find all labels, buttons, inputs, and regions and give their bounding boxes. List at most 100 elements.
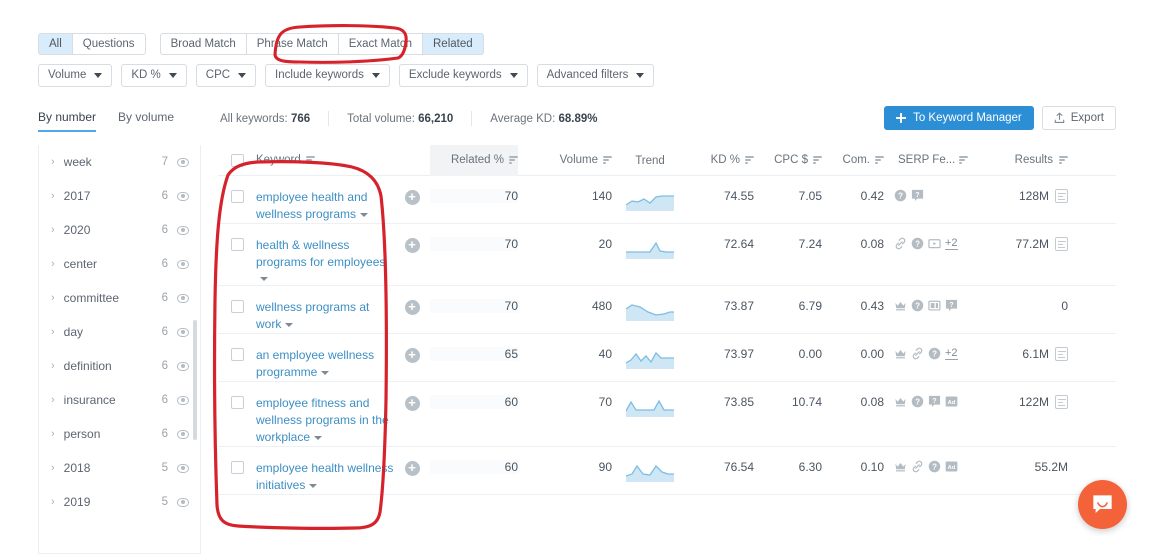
keyword-link[interactable]: wellness programs at work [256,300,369,331]
column-header-related[interactable]: Related % [430,145,518,176]
eye-icon[interactable] [177,395,189,405]
eye-icon[interactable] [177,327,189,337]
question-circle-icon[interactable]: ? [928,347,941,360]
chevron-down-icon[interactable] [260,276,268,281]
ad-icon[interactable]: Ad [945,460,958,473]
sidebar-item[interactable]: › week 7 [39,145,200,179]
filter-kd[interactable]: KD % [121,64,187,87]
image-icon[interactable] [928,299,941,312]
row-checkbox[interactable] [230,238,244,251]
eye-icon[interactable] [177,429,189,439]
serp-report-icon[interactable] [1055,395,1068,409]
chevron-down-icon[interactable] [314,435,323,440]
filter-include-keywords[interactable]: Include keywords [265,64,390,87]
column-header-com[interactable]: Com. [822,154,884,166]
add-keyword-button[interactable]: + [404,461,420,476]
tab-phrase-match[interactable]: Phrase Match [246,33,339,55]
tab-by-number[interactable]: By number [38,110,97,132]
filter-cpc[interactable]: CPC [195,64,257,87]
eye-icon[interactable] [177,293,189,303]
column-header-serp-features[interactable]: SERP Fe... [884,154,976,166]
tab-broad-match[interactable]: Broad Match [159,33,247,55]
keyword-link[interactable]: employee fitness and wellness programs i… [256,396,389,444]
row-checkbox[interactable] [230,396,244,409]
sidebar-item[interactable]: › 2018 5 [39,451,200,485]
chevron-down-icon[interactable] [321,370,330,375]
sidebar-item[interactable]: › 2020 6 [39,213,200,247]
serp-report-icon[interactable] [1055,347,1068,361]
eye-icon[interactable] [177,225,189,235]
tab-exact-match[interactable]: Exact Match [338,33,423,55]
eye-icon[interactable] [177,361,189,371]
crown-icon[interactable] [894,347,907,360]
sidebar-item[interactable]: › committee 6 [39,281,200,315]
select-all-checkbox[interactable] [230,154,244,167]
question-circle-icon[interactable]: ? [911,395,924,408]
filter-exclude-keywords[interactable]: Exclude keywords [398,64,528,87]
column-header-keyword[interactable]: Keyword [256,154,430,166]
tab-questions[interactable]: Questions [72,33,146,55]
video-icon[interactable] [928,237,941,250]
column-header-volume[interactable]: Volume [518,154,612,166]
row-checkbox[interactable] [230,190,244,203]
sidebar-item[interactable]: › insurance 6 [39,383,200,417]
question-circle-icon[interactable]: ? [894,189,907,202]
serp-report-icon[interactable] [1055,189,1068,203]
question-box-icon[interactable]: ? [911,189,924,202]
keyword-link[interactable]: health & wellness programs for employees [256,238,385,269]
question-box-icon[interactable]: ? [928,395,941,408]
filter-volume[interactable]: Volume [38,64,113,87]
sidebar-item[interactable]: › person 6 [39,417,200,451]
eye-icon[interactable] [177,463,189,473]
crown-icon[interactable] [894,299,907,312]
row-checkbox[interactable] [230,461,244,474]
sidebar-item[interactable]: › day 6 [39,315,200,349]
export-button[interactable]: Export [1041,106,1116,130]
eye-icon[interactable] [177,259,189,269]
keyword-group-sidebar[interactable]: › week 7 › 2017 6 › 2020 6 › center 6 › committee 6 › da… [38,145,201,554]
serp-report-icon[interactable] [1055,237,1068,251]
chevron-down-icon[interactable] [285,322,294,327]
crown-icon[interactable] [894,460,907,473]
add-keyword-button[interactable]: + [404,348,420,363]
sidebar-item[interactable]: › definition 6 [39,349,200,383]
eye-icon[interactable] [177,497,189,507]
chevron-down-icon[interactable] [309,483,318,488]
intercom-chat-launcher[interactable] [1078,480,1127,529]
row-checkbox[interactable] [230,300,244,313]
add-keyword-button[interactable]: + [404,396,420,411]
tab-all[interactable]: All [38,33,73,55]
serp-more-badge[interactable]: +2 [945,237,958,250]
filter-advanced[interactable]: Advanced filters [536,64,655,87]
keyword-link[interactable]: employee health and wellness programs [256,190,367,221]
eye-icon[interactable] [177,157,189,167]
tab-related[interactable]: Related [423,33,484,55]
crown-icon[interactable] [894,395,907,408]
column-header-kd[interactable]: KD % [688,154,754,166]
sidebar-scrollbar-thumb[interactable] [193,320,197,440]
column-header-cpc[interactable]: CPC $ [754,154,822,166]
link-icon[interactable] [894,237,907,250]
ad-icon[interactable]: Ad [945,395,958,408]
link-icon[interactable] [911,347,924,360]
add-keyword-button[interactable]: + [404,300,420,315]
row-checkbox[interactable] [230,348,244,361]
question-circle-icon[interactable]: ? [911,237,924,250]
question-circle-icon[interactable]: ? [928,460,941,473]
keyword-link[interactable]: employee health wellness initiatives [256,461,393,492]
question-box-icon[interactable]: ? [945,299,958,312]
add-keyword-button[interactable]: + [404,238,420,253]
link-icon[interactable] [911,460,924,473]
sidebar-item[interactable]: › 2017 6 [39,179,200,213]
to-keyword-manager-button[interactable]: To Keyword Manager [884,106,1034,130]
column-header-results[interactable]: Results [976,154,1068,166]
chevron-down-icon[interactable] [360,212,369,217]
eye-icon[interactable] [177,191,189,201]
sidebar-item[interactable]: › center 6 [39,247,200,281]
sidebar-item[interactable]: › 2019 5 [39,485,200,519]
tab-by-volume[interactable]: By volume [118,110,174,132]
keyword-link[interactable]: an employee wellness programme [256,348,374,379]
question-circle-icon[interactable]: ? [911,299,924,312]
add-keyword-button[interactable]: + [404,190,420,205]
serp-more-badge[interactable]: +2 [945,347,958,360]
